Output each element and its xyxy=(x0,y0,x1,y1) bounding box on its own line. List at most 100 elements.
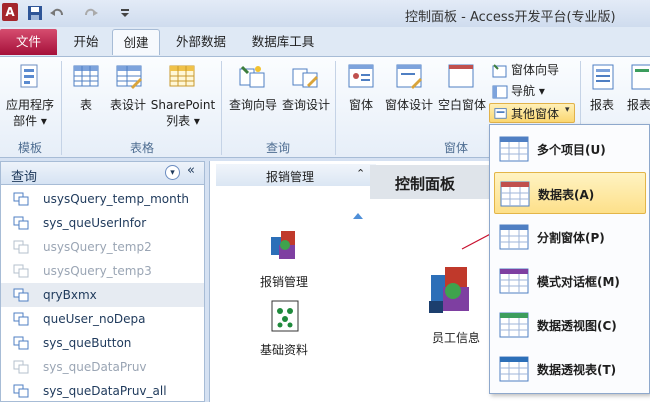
nav-header[interactable]: 查询 ▾ « xyxy=(1,162,204,185)
report-design-button[interactable]: 报表 xyxy=(622,97,650,113)
application-parts-label: 应用程序 xyxy=(5,98,54,112)
tab-database-tools[interactable]: 数据库工具 xyxy=(246,29,320,55)
blank-form-icon xyxy=(448,64,474,88)
nav-item[interactable]: usysQuery_temp2 xyxy=(1,235,204,259)
access-app-icon[interactable]: A xyxy=(2,3,18,21)
report-button[interactable]: 报表 xyxy=(585,97,619,113)
window-title: 控制面板 - Access开发平台(专业版) xyxy=(405,10,616,25)
dropdown-item[interactable]: 多个项目(U) xyxy=(494,128,646,170)
title-bar: A 控制面板 - Access开发平台(专业版) xyxy=(0,0,650,27)
redo-icon[interactable] xyxy=(83,5,99,21)
group-label-templates: 模板 xyxy=(17,141,42,155)
query-design-button[interactable]: 查询设计 xyxy=(281,97,331,113)
dropdown-item-label: 数据表(A) xyxy=(538,188,595,202)
nav-item[interactable]: sys_queUserInfor xyxy=(1,211,204,235)
navigation-button[interactable]: 导航 ▾ xyxy=(511,82,545,100)
dropdown-item[interactable]: 数据透视表(T) xyxy=(494,348,646,390)
nav-item-label: sys_queDataPruv_all xyxy=(43,384,167,398)
navigation-pane: 查询 ▾ « usysQuery_temp_month sys_queUserIn… xyxy=(0,161,205,402)
form-type-icon xyxy=(499,268,529,294)
form-wizard-button[interactable]: 窗体向导 xyxy=(511,61,559,79)
dropdown-item[interactable]: 模式对话框(M) xyxy=(494,260,646,302)
save-icon[interactable] xyxy=(27,5,43,21)
nav-item[interactable]: usysQuery_temp_month xyxy=(1,187,204,211)
undo-icon[interactable] xyxy=(49,5,65,21)
group-label-queries: 查询 xyxy=(265,141,290,155)
employee-info-icon[interactable] xyxy=(425,261,477,321)
form-wizard-icon xyxy=(492,64,507,78)
query-icon xyxy=(13,312,29,326)
navigation-label: 导航 xyxy=(511,84,536,98)
dropdown-item-label: 多个项目(U) xyxy=(537,143,606,157)
base-data-label: 基础资料 xyxy=(260,343,309,357)
group-label-tables: 表格 xyxy=(129,141,154,155)
nav-dropdown-icon[interactable]: ▾ xyxy=(165,165,180,180)
nav-item[interactable]: sys_queDataPruv_all xyxy=(1,379,204,402)
dropdown-item-label: 数据透视表(T) xyxy=(537,363,617,377)
blank-form-button[interactable]: 空白窗体 xyxy=(436,97,488,113)
customize-qat-icon[interactable] xyxy=(117,5,133,21)
application-parts-button[interactable]: 应用程序 部件 ▾ xyxy=(2,97,58,129)
panel-header[interactable]: 报销管理 ⌃ xyxy=(216,164,376,186)
dropdown-item-label: 数据透视图(C) xyxy=(537,319,617,333)
nav-item-label: sys_queUserInfor xyxy=(43,216,147,230)
nav-item[interactable]: usysQuery_temp3 xyxy=(1,259,204,283)
table-button[interactable]: 表 xyxy=(70,97,102,113)
nav-item-label: usysQuery_temp_month xyxy=(43,192,190,206)
nav-item-label: usysQuery_temp2 xyxy=(43,240,152,254)
dropdown-item[interactable]: 分割窗体(P) xyxy=(494,216,646,258)
dropdown-item[interactable]: 数据表(A) xyxy=(494,172,646,214)
sharepoint-label: SharePoint xyxy=(150,98,216,112)
query-icon xyxy=(13,336,29,350)
nav-item-label: sys_queButton xyxy=(43,336,132,350)
tab-external-data[interactable]: 外部数据 xyxy=(170,29,232,55)
form-design-icon xyxy=(396,64,422,89)
query-wizard-button[interactable]: 查询向导 xyxy=(227,97,279,113)
other-forms-button[interactable]: 其他窗体 ▾ xyxy=(489,103,575,123)
form-type-icon xyxy=(499,136,529,162)
query-icon xyxy=(13,240,29,254)
report-design-icon xyxy=(631,64,650,90)
query-icon xyxy=(13,288,29,302)
dropdown-item-label: 模式对话框(M) xyxy=(537,275,620,289)
form-design-button[interactable]: 窗体设计 xyxy=(383,97,435,113)
table-icon xyxy=(73,65,99,87)
query-icon xyxy=(13,192,29,206)
up-arrow-icon[interactable] xyxy=(353,213,363,219)
query-wizard-icon xyxy=(239,65,265,88)
tab-create[interactable]: 创建 xyxy=(112,29,160,55)
collapse-panel-icon[interactable]: ⌃ xyxy=(356,167,365,180)
nav-item-label: qryBxmx xyxy=(43,288,97,302)
tab-file[interactable]: 文件 xyxy=(0,29,57,55)
query-icon xyxy=(13,216,29,230)
nav-item-label: sys_queDataPruv xyxy=(43,360,147,374)
nav-item-label: queUser_noDepa xyxy=(43,312,146,326)
ribbon-separator xyxy=(61,61,62,155)
expense-management-icon[interactable] xyxy=(267,227,303,263)
tab-home[interactable]: 开始 xyxy=(64,29,108,55)
base-data-icon[interactable] xyxy=(270,299,300,333)
sharepoint-list-icon xyxy=(169,65,195,87)
nav-item[interactable]: queUser_noDepa xyxy=(1,307,204,331)
form-type-icon xyxy=(499,312,529,338)
form-button[interactable]: 窗体 xyxy=(342,97,380,113)
nav-item-label: usysQuery_temp3 xyxy=(43,264,152,278)
dropdown-item-label: 分割窗体(P) xyxy=(537,231,605,245)
form-type-icon xyxy=(499,356,529,382)
form-icon xyxy=(348,64,374,88)
sharepoint-label2: 列表 xyxy=(166,114,191,128)
nav-item[interactable]: sys_queDataPruv xyxy=(1,355,204,379)
expense-management-label: 报销管理 xyxy=(260,275,309,289)
query-icon xyxy=(13,360,29,374)
sharepoint-list-button[interactable]: SharePoint 列表 ▾ xyxy=(150,97,216,129)
nav-collapse-icon[interactable]: « xyxy=(187,163,195,178)
dropdown-item[interactable]: 数据透视图(C) xyxy=(494,304,646,346)
form-type-icon xyxy=(499,224,529,250)
query-icon xyxy=(13,384,29,398)
other-forms-label: 其他窗体 xyxy=(511,107,560,121)
nav-item[interactable]: sys_queButton xyxy=(1,331,204,355)
query-icon xyxy=(13,264,29,278)
nav-item[interactable]: qryBxmx xyxy=(1,283,204,307)
table-design-icon xyxy=(116,65,142,89)
table-design-button[interactable]: 表设计 xyxy=(107,97,149,113)
